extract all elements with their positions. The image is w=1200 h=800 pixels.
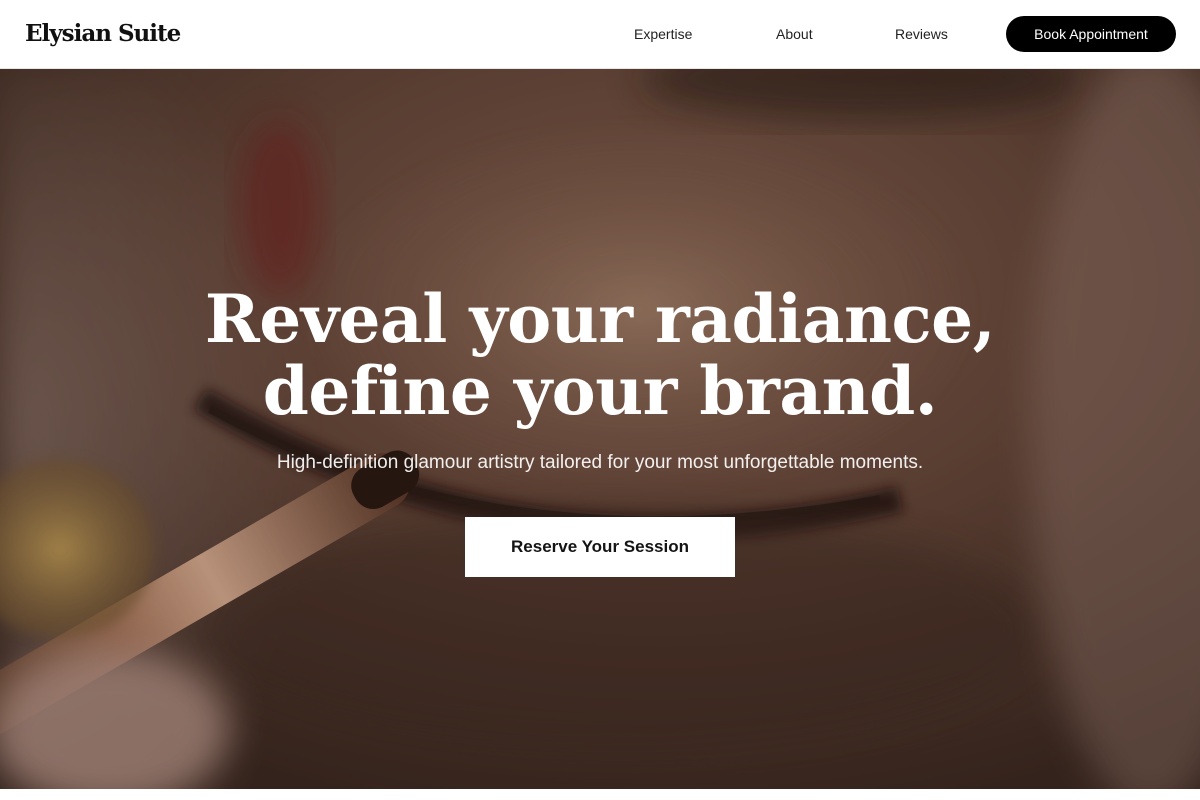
nav-link-reviews[interactable]: Reviews <box>895 24 948 44</box>
hero-title-line-2: define your brand. <box>262 352 938 430</box>
brand-logo[interactable]: Elysian Suite <box>25 18 181 50</box>
site-header: Elysian Suite Expertise About Reviews Bo… <box>0 0 1200 69</box>
hero-title-line-1: Reveal your radiance, <box>204 280 996 358</box>
hero-subtitle: High-definition glamour artistry tailore… <box>276 452 924 473</box>
book-appointment-button[interactable]: Book Appointment <box>1006 16 1176 52</box>
hero-title: Reveal your radiance, define your brand. <box>0 283 1200 427</box>
nav-link-expertise[interactable]: Expertise <box>634 24 692 44</box>
reserve-session-button[interactable]: Reserve Your Session <box>465 517 735 577</box>
hero-section: Reveal your radiance, define your brand.… <box>0 69 1200 789</box>
page-bottom-edge <box>0 789 1200 800</box>
nav-link-about[interactable]: About <box>776 24 813 44</box>
